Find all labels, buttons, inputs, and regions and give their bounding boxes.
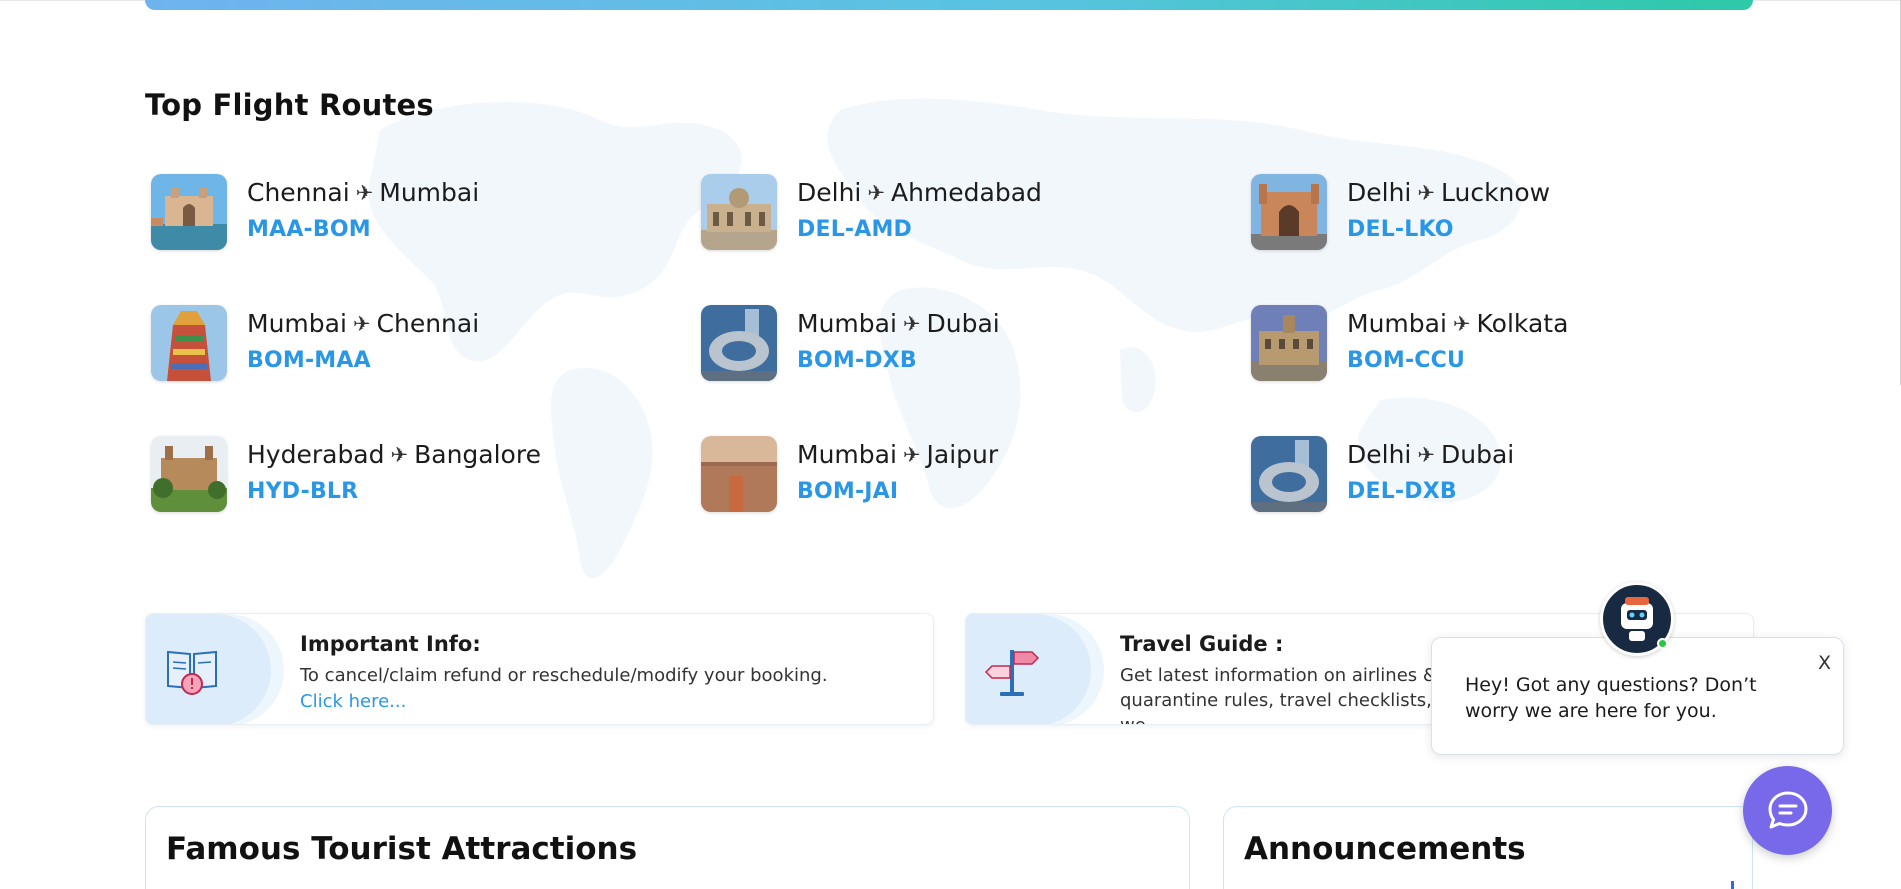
plane-icon: ✈ [1417, 180, 1435, 205]
plane-icon: ✈ [1452, 311, 1471, 336]
important-info-text: To cancel/claim refund or reschedule/mod… [300, 665, 828, 686]
route-code: BOM-CCU [1347, 348, 1466, 373]
lucknow-gate-thumb [1251, 174, 1327, 250]
announcements-scroll-indicator [1731, 881, 1734, 889]
online-status-dot [1657, 638, 1668, 649]
ahmedabad-palace-thumb [701, 174, 777, 250]
route-code: MAA-BOM [247, 217, 371, 242]
route-code: BOM-DXB [797, 348, 917, 373]
route-destination: Lucknow [1440, 178, 1551, 207]
chennai-temple-thumb [151, 305, 227, 381]
route-cities: Chennai ✈ Mumbai [247, 178, 479, 207]
dubai-future-museum-thumb [1251, 436, 1327, 512]
route-card[interactable]: Mumbai ✈ Chennai BOM-MAA [151, 305, 479, 381]
route-origin: Chennai [247, 178, 350, 207]
plane-icon: ✈ [352, 311, 371, 336]
route-code: DEL-DXB [1347, 479, 1457, 504]
route-card[interactable]: Chennai ✈ Mumbai MAA-BOM [151, 174, 479, 250]
route-cities: Mumbai ✈ Jaipur [797, 440, 998, 469]
route-card[interactable]: Delhi ✈ Lucknow DEL-LKO [1251, 174, 1550, 250]
robot-avatar-icon[interactable] [1600, 582, 1674, 656]
chat-greeting-message: Hey! Got any questions? Don’t worry we a… [1465, 674, 1757, 722]
route-destination: Bangalore [414, 440, 541, 469]
route-code: HYD-BLR [247, 479, 359, 504]
route-destination: Dubai [1440, 440, 1515, 469]
route-cities: Delhi ✈ Lucknow [1347, 178, 1550, 207]
chat-open-button[interactable] [1743, 766, 1832, 855]
route-origin: Mumbai [797, 440, 897, 469]
gradient-banner-edge [145, 0, 1753, 10]
bangalore-palace-thumb [151, 436, 227, 512]
announcements-panel: Announcements [1223, 806, 1753, 889]
route-code: DEL-AMD [797, 217, 913, 242]
important-info-title: Important Info: [300, 632, 481, 656]
chat-popup-close-button[interactable]: X [1818, 652, 1831, 674]
route-cities: Delhi ✈ Dubai [1347, 440, 1514, 469]
route-destination: Dubai [926, 309, 1000, 338]
plane-icon: ✈ [902, 311, 921, 336]
announcements-title: Announcements [1244, 831, 1526, 867]
plane-icon: ✈ [867, 180, 885, 205]
route-destination: Kolkata [1476, 309, 1569, 338]
route-cities: Mumbai ✈ Kolkata [1347, 309, 1568, 338]
route-cities: Delhi ✈ Ahmedabad [797, 178, 1042, 207]
plane-icon: ✈ [355, 180, 374, 205]
route-card[interactable]: Hyderabad ✈ Bangalore HYD-BLR [151, 436, 541, 512]
travel-guide-text: Get latest information on airlines & ai … [1120, 665, 1459, 724]
dubai-future-museum-thumb [701, 305, 777, 381]
route-origin: Delhi [1347, 178, 1412, 207]
chat-bubble-icon [1768, 791, 1807, 828]
route-cities: Hyderabad ✈ Bangalore [247, 440, 541, 469]
route-destination: Ahmedabad [890, 178, 1042, 207]
plane-icon: ✈ [390, 442, 409, 467]
plane-icon: ✈ [1417, 442, 1435, 467]
route-code: DEL-LKO [1347, 217, 1454, 242]
route-origin: Mumbai [1347, 309, 1447, 338]
route-code: BOM-MAA [247, 348, 371, 373]
routes-grid: Chennai ✈ Mumbai MAA-BOM Delhi ✈ Ahmedab… [151, 174, 1751, 514]
travel-guide-title: Travel Guide : [1120, 632, 1284, 656]
route-origin: Delhi [797, 178, 862, 207]
route-origin: Mumbai [247, 309, 347, 338]
kolkata-building-thumb [1251, 305, 1327, 381]
important-info-card: Important Info: To cancel/claim refund o… [145, 613, 934, 725]
plane-icon: ✈ [902, 442, 921, 467]
route-card[interactable]: Mumbai ✈ Dubai BOM-DXB [701, 305, 1000, 381]
route-destination: Chennai [376, 309, 480, 338]
route-origin: Delhi [1347, 440, 1412, 469]
attractions-panel: Famous Tourist Attractions [145, 806, 1190, 889]
route-origin: Hyderabad [247, 440, 385, 469]
route-card[interactable]: Mumbai ✈ Jaipur BOM-JAI [701, 436, 998, 512]
route-cities: Mumbai ✈ Chennai [247, 309, 479, 338]
signpost-icon [984, 650, 1040, 696]
route-destination: Jaipur [926, 440, 999, 469]
section-title-top-flight-routes: Top Flight Routes [145, 88, 434, 122]
important-info-link[interactable]: Click here... [300, 691, 406, 712]
jaipur-city-thumb [701, 436, 777, 512]
route-cities: Mumbai ✈ Dubai [797, 309, 1000, 338]
route-card[interactable]: Delhi ✈ Ahmedabad DEL-AMD [701, 174, 1042, 250]
attractions-title: Famous Tourist Attractions [166, 831, 638, 867]
route-card[interactable]: Delhi ✈ Dubai DEL-DXB [1251, 436, 1514, 512]
book-alert-icon [167, 650, 217, 695]
gateway-of-india-thumb [151, 174, 227, 250]
route-origin: Mumbai [797, 309, 897, 338]
route-code: BOM-JAI [797, 479, 899, 504]
route-card[interactable]: Mumbai ✈ Kolkata BOM-CCU [1251, 305, 1568, 381]
route-destination: Mumbai [379, 178, 480, 207]
